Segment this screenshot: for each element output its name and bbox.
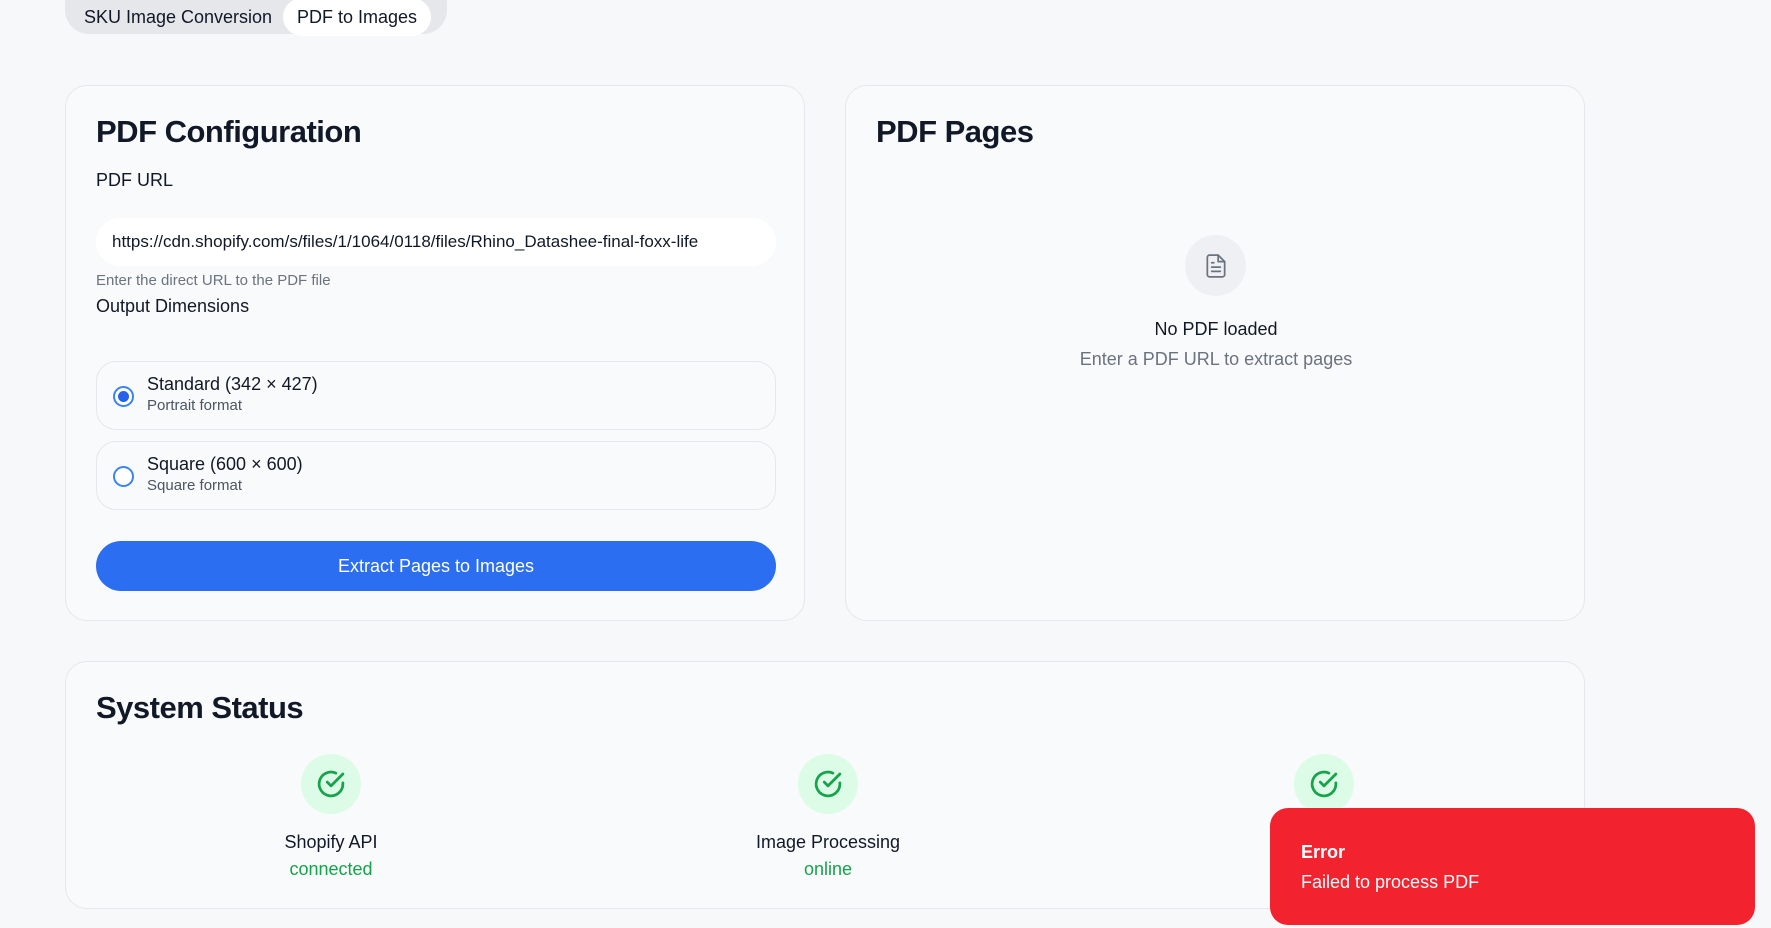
option-square[interactable]: Square (600 × 600) Square format [96,441,776,510]
app-page: SKU Image Conversion PDF to Images PDF C… [0,0,1771,928]
output-dimensions-label: Output Dimensions [96,296,250,316]
option-square-title: Square (600 × 600) [147,454,303,474]
standard-radio[interactable] [113,386,134,407]
toast-message: Failed to process PDF [1301,872,1480,892]
empty-state-title: No PDF loaded [1154,319,1278,339]
pdf-pages-card: PDF Pages No PDF loaded Enter a PDF URL … [845,85,1585,621]
option-standard-subtitle: Portrait format [147,397,243,414]
status-state: connected [289,859,373,879]
status-name: Shopify API [284,832,378,852]
check-circle-icon [1294,754,1354,814]
pdf-url-helper: Enter the direct URL to the PDF file [96,272,331,289]
status-item-image-processing: Image Processing online [698,754,958,880]
status-item-shopify-api: Shopify API connected [201,754,461,880]
option-standard[interactable]: Standard (342 × 427) Portrait format [96,361,776,430]
pdf-url-input[interactable] [96,218,776,266]
status-state: online [803,859,853,879]
check-circle-icon [301,754,361,814]
status-name: Image Processing [755,832,901,852]
empty-state-subtitle: Enter a PDF URL to extract pages [1079,349,1353,369]
document-icon [1185,235,1246,296]
tab-sku-image-conversion[interactable]: SKU Image Conversion [73,0,283,36]
tab-pdf-to-images[interactable]: PDF to Images [283,0,431,36]
check-circle-icon [798,754,858,814]
toast-title: Error [1301,842,1346,862]
mode-tabs: SKU Image Conversion PDF to Images [65,0,447,36]
config-title: PDF Configuration [96,114,362,149]
error-toast[interactable]: Error Failed to process PDF [1270,808,1755,925]
option-standard-title: Standard (342 × 427) [147,374,318,394]
extract-pages-button[interactable]: Extract Pages to Images [96,541,776,591]
status-title: System Status [96,690,304,725]
pdf-url-label: PDF URL [96,170,174,190]
square-radio[interactable] [113,466,134,487]
pages-title: PDF Pages [876,114,1034,149]
option-square-subtitle: Square format [147,477,243,494]
pdf-configuration-card: PDF Configuration PDF URL Enter the dire… [65,85,805,621]
